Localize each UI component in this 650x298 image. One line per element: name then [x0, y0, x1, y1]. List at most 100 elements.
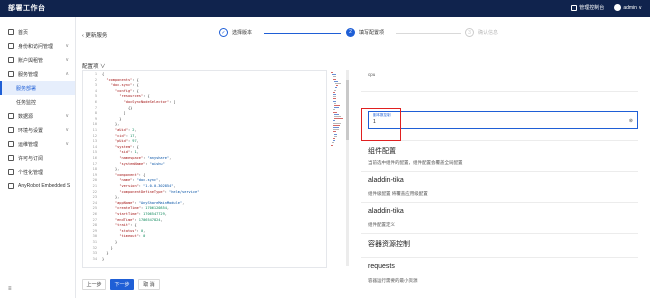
code-line[interactable]: "name": "doc-sync", [102, 178, 160, 183]
home-icon [8, 29, 14, 35]
clear-icon[interactable]: ⊗ [629, 118, 633, 124]
line-number: 14 [92, 144, 97, 149]
divider [361, 91, 638, 92]
code-line[interactable]: "config": { [102, 89, 139, 94]
line-number: 10 [92, 122, 97, 127]
code-line[interactable]: "status": 0, [102, 229, 145, 234]
code-line[interactable]: }, [102, 167, 119, 172]
code-line[interactable]: "cid": 17, [102, 134, 137, 139]
code-minimap[interactable] [331, 70, 345, 266]
user-menu[interactable]: admin ∨ [614, 4, 642, 11]
line-number: 24 [92, 200, 97, 205]
code-line[interactable]: "componentDefineType": "helm/service" [102, 190, 199, 195]
section-desc: 容器运行需要的最小资源 [368, 278, 418, 283]
minimap-line [334, 135, 338, 137]
sidebar-item-datasource[interactable]: 数据源 ∨ [0, 109, 75, 123]
sidebar-item-account[interactable]: 账户與租管 ∨ [0, 53, 75, 67]
line-number: 11 [92, 128, 97, 132]
minimap-line [331, 144, 333, 146]
next-button[interactable]: 下一步 [110, 279, 134, 290]
editor-scrollbar[interactable] [346, 70, 349, 266]
code-line[interactable]: "sid": 1, [102, 150, 139, 155]
minimap-line [334, 89, 337, 91]
code-line[interactable]: "pUid": 97, [102, 139, 139, 144]
code-line[interactable]: }, [102, 195, 119, 200]
code-line[interactable]: "namespace": "anyshare", [102, 156, 171, 161]
replica-count-input[interactable]: 副本数控制 1 ⊗ [368, 111, 638, 129]
console-icon [571, 4, 578, 11]
minimap-line [334, 80, 338, 82]
sidebar-item-env[interactable]: 环境与设置 ∨ [0, 123, 75, 137]
line-number: 33 [92, 251, 97, 256]
sidebar-item-home[interactable]: 首页 [0, 25, 75, 39]
sidebar-item-anyrobot[interactable]: AnyRobot Embedded S [0, 179, 75, 193]
section-title: aladdin-tika [368, 208, 404, 215]
line-number: 9 [94, 116, 97, 121]
collapse-menu-icon[interactable]: ≡ [8, 286, 12, 292]
section-title: aladdin-tika [368, 177, 404, 184]
chevron-down-icon: ∨ [65, 57, 69, 63]
code-line[interactable]: "trait": { [102, 223, 137, 228]
divider [361, 257, 638, 258]
step-1-icon: ✓ [219, 28, 228, 37]
manage-console-link[interactable]: 管理控制台 [571, 4, 604, 11]
minimap-line [334, 113, 339, 115]
line-number: 25 [92, 206, 97, 211]
chevron-down-icon: ∨ [65, 127, 69, 133]
sidebar-item-personalize[interactable]: 个性化管理 [0, 165, 75, 179]
code-line[interactable]: "endTime": 1706547824, [102, 218, 163, 223]
code-line[interactable]: {} [102, 106, 132, 111]
chevron-down-icon: ∨ [65, 43, 69, 49]
code-line[interactable]: "systemName": "aishu" [102, 162, 164, 167]
code-line[interactable]: } [102, 257, 104, 262]
code-line[interactable]: "doc-sync": { [102, 83, 139, 88]
line-number: 22 [92, 189, 97, 194]
cpu-field-text[interactable]: cpu [368, 72, 375, 77]
code-line[interactable]: } [102, 251, 108, 256]
line-number: 8 [94, 111, 97, 116]
app-title: 部署工作台 [8, 5, 46, 12]
sidebar-item-ops[interactable]: 运维管理 ∨ [0, 137, 75, 151]
code-line[interactable]: } [102, 117, 121, 122]
code-line[interactable]: "docSyncNodeSelector": [ [102, 100, 176, 105]
personalize-icon [8, 169, 14, 175]
code-line[interactable]: "components": { [102, 78, 138, 83]
step-connector [264, 33, 341, 34]
line-number: 13 [92, 139, 97, 144]
sidebar-item-task-monitor[interactable]: 任务监控 [0, 95, 75, 109]
minimap-line [334, 116, 341, 117]
code-editor[interactable]: 1 2 3 4 5 6 7 8 9 10 11 12 13 14 15 16 17 18 19 20 21 22 23 24 2… [82, 70, 327, 268]
code-line[interactable]: "timeout": 0 [102, 234, 145, 239]
code-line[interactable]: "component": { [102, 173, 145, 178]
prev-button[interactable]: 上一步 [82, 279, 106, 290]
sidebar-item-service-deploy[interactable]: 服务部署 [0, 81, 75, 95]
code-line[interactable]: "startTime": 1706547729, [102, 212, 167, 217]
code-line[interactable]: { [102, 72, 104, 77]
code-line[interactable]: "appName": "AnyShareMainModule", [102, 201, 184, 206]
sidebar-item-iam[interactable]: 身份和访问管理 ∨ [0, 39, 75, 53]
identity-icon [8, 43, 14, 49]
code-line[interactable]: "resources": { [102, 94, 149, 99]
code-line[interactable]: } [102, 240, 117, 245]
sidebar-item-service-mgmt[interactable]: 服务管理 ∧ [0, 67, 75, 81]
code-line[interactable]: "system": { [102, 145, 139, 150]
config-label[interactable]: 配置项 ∨ [82, 62, 106, 70]
line-number: 6 [94, 100, 97, 104]
sidebar-item-license[interactable]: 许可与订阅 [0, 151, 75, 165]
line-number: 3 [94, 83, 97, 88]
minimap-line [334, 107, 340, 109]
database-icon [8, 113, 14, 119]
code-line[interactable]: }, [102, 122, 119, 127]
minimap-line [333, 127, 340, 128]
section-desc: 组件级配置 将覆盖应用级配置 [368, 191, 428, 196]
code-line[interactable]: "version": "1.0.0-302854", [102, 184, 175, 189]
step-connector [396, 33, 461, 34]
code-line[interactable]: ] [102, 111, 126, 116]
code-line[interactable]: "createTime": 1706120854, [102, 206, 169, 211]
scrollbar-thumb[interactable] [346, 80, 349, 140]
line-number: 7 [94, 105, 97, 110]
minimap-line [333, 96, 336, 98]
code-line[interactable]: } [102, 246, 113, 251]
cancel-button[interactable]: 取 消 [138, 279, 160, 290]
code-line[interactable]: "aUid": 2, [102, 128, 137, 133]
